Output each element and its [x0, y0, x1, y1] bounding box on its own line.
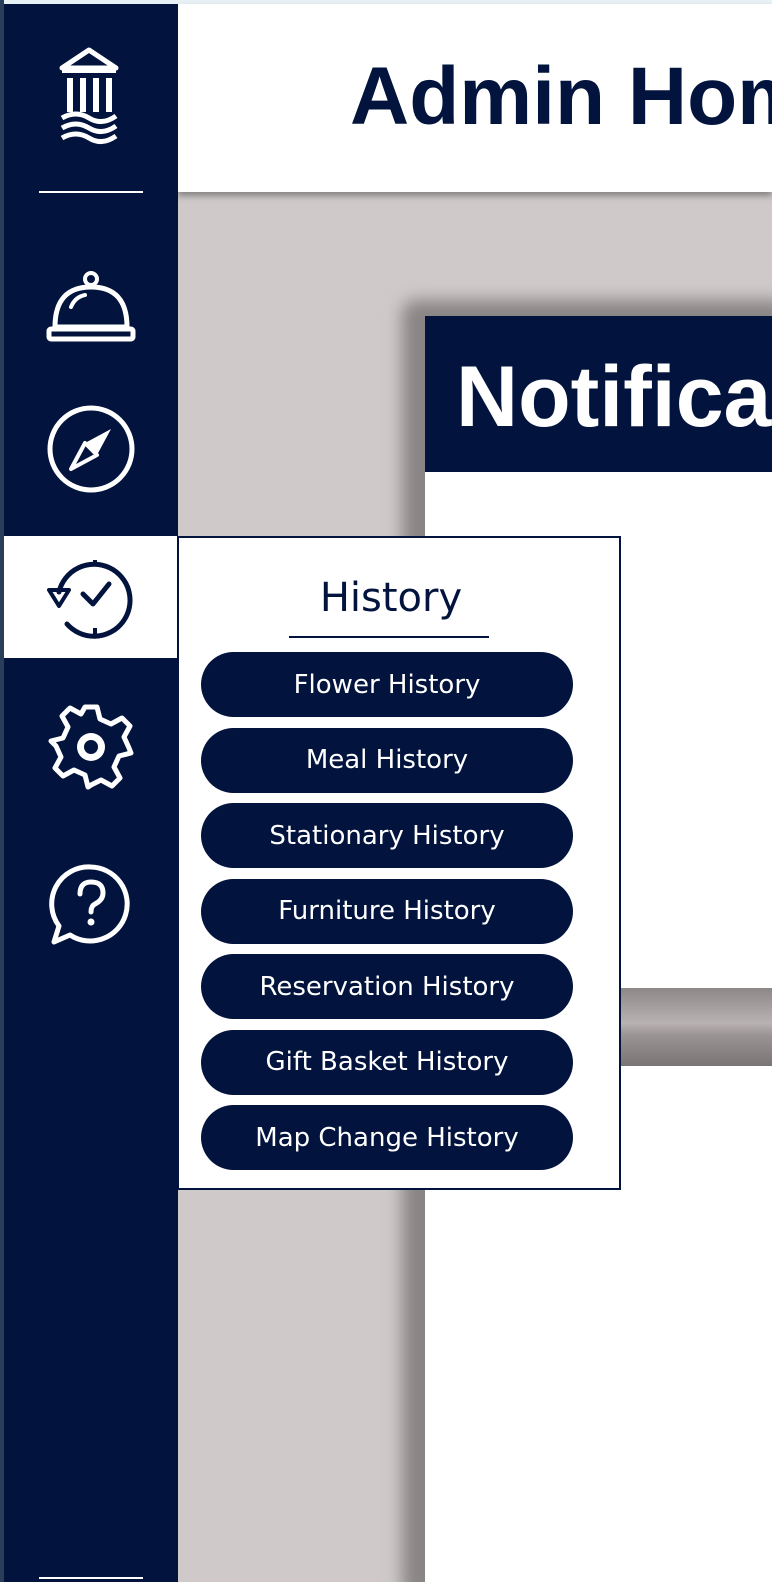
history-icon	[45, 554, 137, 640]
compass-icon	[45, 403, 137, 495]
sidebar-item-history[interactable]	[4, 536, 178, 658]
history-dropdown-title: History	[319, 575, 463, 621]
help-icon	[48, 862, 134, 948]
history-dropdown: History Flower History Meal History Stat…	[177, 536, 621, 1190]
gift-basket-history-button[interactable]: Gift Basket History	[201, 1029, 573, 1095]
hospital-logo-icon[interactable]	[54, 46, 124, 146]
history-menu-list: Flower History Meal History Stationary H…	[201, 652, 573, 1181]
notifications-header: Notifications	[425, 316, 772, 472]
sidebar-bottom-divider	[39, 1577, 143, 1579]
sidebar-item-help[interactable]	[4, 844, 178, 966]
page-header: Admin Home	[178, 4, 772, 192]
sidebar-divider	[39, 191, 143, 193]
service-bell-icon	[45, 269, 137, 349]
sidebar	[4, 4, 178, 1582]
sidebar-item-service-requests[interactable]	[4, 248, 178, 370]
reservation-history-button[interactable]: Reservation History	[201, 954, 573, 1019]
app-root: Admin Home Notifications	[0, 0, 772, 1582]
notifications-divider-band	[621, 988, 772, 1066]
page-title: Admin Home	[350, 51, 772, 142]
meal-history-button[interactable]: Meal History	[201, 727, 573, 793]
sidebar-item-settings[interactable]	[4, 686, 178, 808]
map-change-history-button[interactable]: Map Change History	[201, 1105, 573, 1170]
gear-icon	[45, 701, 137, 793]
stationary-history-button[interactable]: Stationary History	[201, 803, 573, 868]
history-title-underline	[289, 636, 489, 638]
flower-history-button[interactable]: Flower History	[201, 652, 573, 717]
furniture-history-button[interactable]: Furniture History	[201, 878, 573, 944]
notifications-title: Notifications	[456, 349, 772, 445]
sidebar-item-map[interactable]	[4, 388, 178, 510]
